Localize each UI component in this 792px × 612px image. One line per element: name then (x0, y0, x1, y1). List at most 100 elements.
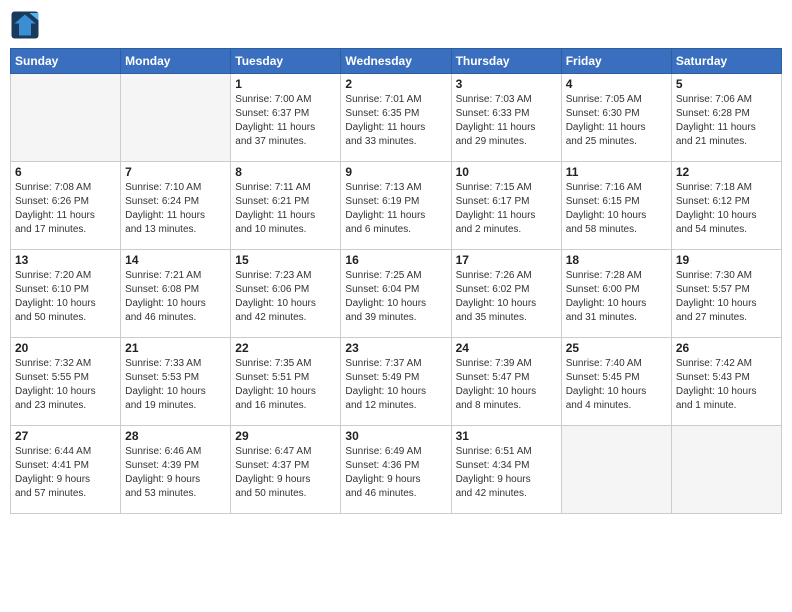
day-number: 10 (456, 165, 557, 179)
day-detail: Sunrise: 7:08 AM Sunset: 6:26 PM Dayligh… (15, 181, 116, 237)
day-detail: Sunrise: 7:30 AM Sunset: 5:57 PM Dayligh… (676, 269, 777, 325)
page-header (10, 10, 782, 40)
calendar-cell (121, 74, 231, 162)
calendar-cell: 2 Sunrise: 7:01 AM Sunset: 6:35 PM Daylig… (341, 74, 451, 162)
col-header-wednesday: Wednesday (341, 49, 451, 74)
day-number: 11 (566, 165, 667, 179)
day-number: 31 (456, 429, 557, 443)
logo (10, 10, 44, 40)
day-number: 8 (235, 165, 336, 179)
week-row-4: 20 Sunrise: 7:32 AM Sunset: 5:55 PM Dayli… (11, 338, 782, 426)
calendar-cell: 11Sunrise: 7:16 AM Sunset: 6:15 PM Dayli… (561, 162, 671, 250)
day-detail: Sunrise: 7:35 AM Sunset: 5:51 PM Dayligh… (235, 357, 336, 413)
col-header-monday: Monday (121, 49, 231, 74)
calendar-cell: 7 Sunrise: 7:10 AM Sunset: 6:24 PM Daylig… (121, 162, 231, 250)
calendar-cell: 6 Sunrise: 7:08 AM Sunset: 6:26 PM Daylig… (11, 162, 121, 250)
calendar-cell: 29 Sunrise: 6:47 AM Sunset: 4:37 PM Dayli… (231, 426, 341, 514)
day-number: 16 (345, 253, 446, 267)
day-number: 24 (456, 341, 557, 355)
day-detail: Sunrise: 7:26 AM Sunset: 6:02 PM Dayligh… (456, 269, 557, 325)
day-number: 19 (676, 253, 777, 267)
calendar-cell: 5 Sunrise: 7:06 AM Sunset: 6:28 PM Daylig… (671, 74, 781, 162)
day-detail: Sunrise: 7:13 AM Sunset: 6:19 PM Dayligh… (345, 181, 446, 237)
day-detail: Sunrise: 7:06 AM Sunset: 6:28 PM Dayligh… (676, 93, 777, 149)
day-number: 3 (456, 77, 557, 91)
calendar-cell: 10 Sunrise: 7:15 AM Sunset: 6:17 PM Dayli… (451, 162, 561, 250)
day-number: 25 (566, 341, 667, 355)
calendar-cell: 31 Sunrise: 6:51 AM Sunset: 4:34 PM Dayli… (451, 426, 561, 514)
day-number: 6 (15, 165, 116, 179)
calendar-table: SundayMondayTuesdayWednesdayThursdayFrid… (10, 48, 782, 514)
day-number: 13 (15, 253, 116, 267)
week-row-2: 6 Sunrise: 7:08 AM Sunset: 6:26 PM Daylig… (11, 162, 782, 250)
calendar-cell: 4 Sunrise: 7:05 AM Sunset: 6:30 PM Daylig… (561, 74, 671, 162)
day-number: 17 (456, 253, 557, 267)
day-detail: Sunrise: 7:05 AM Sunset: 6:30 PM Dayligh… (566, 93, 667, 149)
calendar-cell (11, 74, 121, 162)
day-detail: Sunrise: 6:46 AM Sunset: 4:39 PM Dayligh… (125, 445, 226, 501)
calendar-cell: 26 Sunrise: 7:42 AM Sunset: 5:43 PM Dayli… (671, 338, 781, 426)
day-number: 29 (235, 429, 336, 443)
calendar-cell (671, 426, 781, 514)
week-row-3: 13Sunrise: 7:20 AM Sunset: 6:10 PM Dayli… (11, 250, 782, 338)
col-header-thursday: Thursday (451, 49, 561, 74)
col-header-tuesday: Tuesday (231, 49, 341, 74)
calendar-cell: 18Sunrise: 7:28 AM Sunset: 6:00 PM Dayli… (561, 250, 671, 338)
day-number: 15 (235, 253, 336, 267)
calendar-cell: 20 Sunrise: 7:32 AM Sunset: 5:55 PM Dayli… (11, 338, 121, 426)
calendar-cell: 17 Sunrise: 7:26 AM Sunset: 6:02 PM Dayli… (451, 250, 561, 338)
day-detail: Sunrise: 6:47 AM Sunset: 4:37 PM Dayligh… (235, 445, 336, 501)
day-detail: Sunrise: 7:01 AM Sunset: 6:35 PM Dayligh… (345, 93, 446, 149)
day-number: 1 (235, 77, 336, 91)
day-number: 21 (125, 341, 226, 355)
day-number: 20 (15, 341, 116, 355)
calendar-cell: 12 Sunrise: 7:18 AM Sunset: 6:12 PM Dayli… (671, 162, 781, 250)
day-number: 4 (566, 77, 667, 91)
calendar-cell: 30Sunrise: 6:49 AM Sunset: 4:36 PM Dayli… (341, 426, 451, 514)
calendar-cell: 27Sunrise: 6:44 AM Sunset: 4:41 PM Dayli… (11, 426, 121, 514)
day-detail: Sunrise: 7:25 AM Sunset: 6:04 PM Dayligh… (345, 269, 446, 325)
logo-icon (10, 10, 40, 40)
day-detail: Sunrise: 6:51 AM Sunset: 4:34 PM Dayligh… (456, 445, 557, 501)
calendar-cell: 15 Sunrise: 7:23 AM Sunset: 6:06 PM Dayli… (231, 250, 341, 338)
day-number: 22 (235, 341, 336, 355)
calendar-cell: 22 Sunrise: 7:35 AM Sunset: 5:51 PM Dayli… (231, 338, 341, 426)
day-number: 9 (345, 165, 446, 179)
day-number: 5 (676, 77, 777, 91)
day-number: 30 (345, 429, 446, 443)
day-detail: Sunrise: 7:42 AM Sunset: 5:43 PM Dayligh… (676, 357, 777, 413)
day-number: 7 (125, 165, 226, 179)
col-header-saturday: Saturday (671, 49, 781, 74)
day-detail: Sunrise: 7:32 AM Sunset: 5:55 PM Dayligh… (15, 357, 116, 413)
day-detail: Sunrise: 7:33 AM Sunset: 5:53 PM Dayligh… (125, 357, 226, 413)
day-detail: Sunrise: 7:21 AM Sunset: 6:08 PM Dayligh… (125, 269, 226, 325)
calendar-cell: 19 Sunrise: 7:30 AM Sunset: 5:57 PM Dayli… (671, 250, 781, 338)
day-detail: Sunrise: 7:15 AM Sunset: 6:17 PM Dayligh… (456, 181, 557, 237)
day-detail: Sunrise: 7:10 AM Sunset: 6:24 PM Dayligh… (125, 181, 226, 237)
day-number: 14 (125, 253, 226, 267)
calendar-cell (561, 426, 671, 514)
day-detail: Sunrise: 7:37 AM Sunset: 5:49 PM Dayligh… (345, 357, 446, 413)
day-detail: Sunrise: 7:23 AM Sunset: 6:06 PM Dayligh… (235, 269, 336, 325)
day-detail: Sunrise: 7:40 AM Sunset: 5:45 PM Dayligh… (566, 357, 667, 413)
calendar-cell: 21 Sunrise: 7:33 AM Sunset: 5:53 PM Dayli… (121, 338, 231, 426)
col-header-sunday: Sunday (11, 49, 121, 74)
day-number: 18 (566, 253, 667, 267)
day-detail: Sunrise: 7:39 AM Sunset: 5:47 PM Dayligh… (456, 357, 557, 413)
calendar-cell: 14 Sunrise: 7:21 AM Sunset: 6:08 PM Dayli… (121, 250, 231, 338)
day-number: 2 (345, 77, 446, 91)
day-number: 12 (676, 165, 777, 179)
calendar-cell: 24 Sunrise: 7:39 AM Sunset: 5:47 PM Dayli… (451, 338, 561, 426)
day-detail: Sunrise: 7:18 AM Sunset: 6:12 PM Dayligh… (676, 181, 777, 237)
calendar-cell: 3 Sunrise: 7:03 AM Sunset: 6:33 PM Daylig… (451, 74, 561, 162)
day-detail: Sunrise: 7:03 AM Sunset: 6:33 PM Dayligh… (456, 93, 557, 149)
day-number: 26 (676, 341, 777, 355)
calendar-cell: 13Sunrise: 7:20 AM Sunset: 6:10 PM Dayli… (11, 250, 121, 338)
day-number: 28 (125, 429, 226, 443)
col-header-friday: Friday (561, 49, 671, 74)
day-detail: Sunrise: 6:44 AM Sunset: 4:41 PM Dayligh… (15, 445, 116, 501)
day-number: 23 (345, 341, 446, 355)
calendar-cell: 23 Sunrise: 7:37 AM Sunset: 5:49 PM Dayli… (341, 338, 451, 426)
calendar-cell: 28 Sunrise: 6:46 AM Sunset: 4:39 PM Dayli… (121, 426, 231, 514)
calendar-cell: 25 Sunrise: 7:40 AM Sunset: 5:45 PM Dayli… (561, 338, 671, 426)
